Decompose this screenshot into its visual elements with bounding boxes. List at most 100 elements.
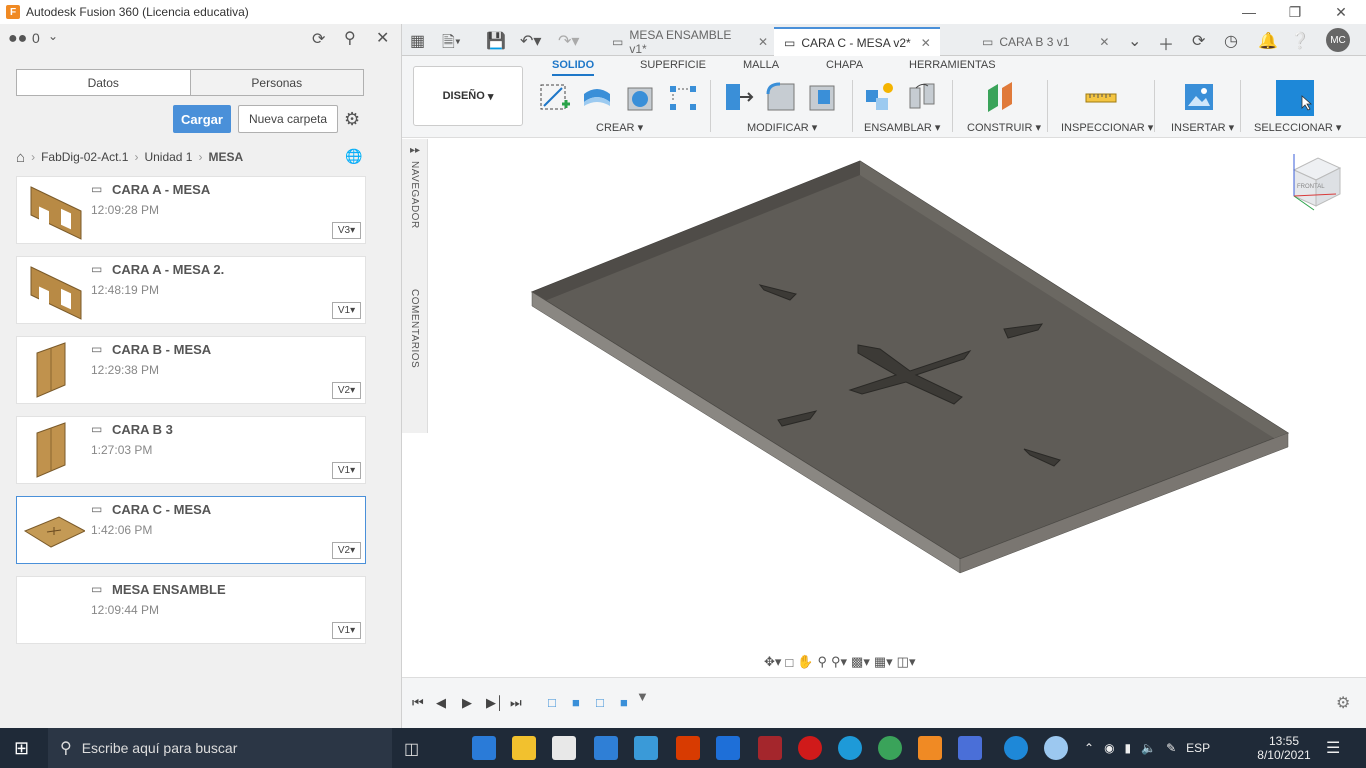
folder-icon[interactable]: [512, 736, 536, 760]
job-status-icon[interactable]: ◷: [1224, 31, 1238, 51]
dropbox-icon[interactable]: [552, 736, 576, 760]
go-to-start-icon[interactable]: ⏮: [412, 695, 424, 711]
modify-menu[interactable]: MODIFICAR ▾: [747, 121, 817, 134]
mail-icon[interactable]: [594, 736, 618, 760]
fit-icon[interactable]: ⚲▾: [831, 654, 847, 670]
opera-icon[interactable]: [798, 736, 822, 760]
list-item[interactable]: ▭ MESA ENSAMBLE 12:09:44 PM V1 ▾: [16, 576, 366, 644]
extrude-icon[interactable]: [580, 80, 614, 114]
pan-icon[interactable]: ✋: [797, 654, 813, 670]
timeline-marker-icon[interactable]: ▼: [636, 689, 649, 704]
help-icon[interactable]: [1004, 736, 1028, 760]
tab-mesa-ensamble[interactable]: ▭ MESA ENSAMBLE v1* ✕: [602, 27, 768, 56]
fusion-launcher-icon[interactable]: [958, 736, 982, 760]
construct-menu[interactable]: CONSTRUIR ▾: [967, 121, 1041, 134]
language-indicator[interactable]: ESP: [1186, 741, 1210, 755]
create-sketch-icon[interactable]: [538, 80, 572, 114]
edge-icon[interactable]: [838, 736, 862, 760]
close-tab-icon[interactable]: ✕: [1099, 35, 1109, 49]
press-pull-icon[interactable]: [722, 80, 756, 114]
orbit-icon[interactable]: ✥▾: [764, 654, 781, 670]
timeline-extrude-icon[interactable]: ■: [620, 695, 628, 710]
tab-datos[interactable]: Datos: [17, 70, 190, 95]
timeline-extrude-icon[interactable]: ■: [572, 695, 580, 710]
close-tab-icon[interactable]: ✕: [758, 35, 768, 49]
step-back-icon[interactable]: ◀: [436, 695, 446, 711]
mesa-plate-model[interactable]: [402, 139, 1366, 677]
revolve-icon[interactable]: [624, 80, 658, 114]
cloud-icon[interactable]: [1044, 736, 1068, 760]
version-dropdown[interactable]: V1 ▾: [332, 622, 361, 639]
select-icon[interactable]: [1276, 80, 1314, 116]
tab-personas[interactable]: Personas: [189, 70, 363, 95]
save-icon[interactable]: 💾: [486, 31, 506, 51]
create-menu[interactable]: CREAR ▾: [596, 121, 643, 134]
gear-icon[interactable]: ⚙: [1336, 693, 1350, 713]
minimize-button[interactable]: —: [1226, 0, 1272, 24]
timeline-sketch-icon[interactable]: □: [548, 695, 556, 710]
inspect-menu[interactable]: INSPECCIONAR ▾: [1061, 121, 1153, 134]
breadcrumb-project[interactable]: FabDig-02-Act.1: [41, 150, 128, 164]
measure-icon[interactable]: [1084, 80, 1118, 114]
browser-toggle[interactable]: NAVEGADOR: [409, 161, 420, 229]
tab-cara-c-mesa[interactable]: ▭ CARA C - MESA v2* ✕: [774, 27, 940, 56]
list-item[interactable]: ▭ CARA B - MESA 12:29:38 PM V2 ▾: [16, 336, 366, 404]
redo-icon[interactable]: ↷▾: [558, 31, 579, 51]
new-folder-button[interactable]: Nueva carpeta: [238, 105, 338, 133]
tab-malla[interactable]: MALLA: [743, 59, 779, 71]
insert-image-icon[interactable]: [1182, 80, 1216, 114]
team-icon[interactable]: ●●: [8, 30, 27, 48]
notification-center-icon[interactable]: ☰: [1326, 738, 1340, 758]
viewports-icon[interactable]: ◫▾: [897, 654, 916, 670]
tab-cara-b-3[interactable]: ▭ CARA B 3 v1 ✕: [972, 27, 1120, 56]
access-icon[interactable]: [758, 736, 782, 760]
volume-icon[interactable]: 🔈: [1141, 741, 1156, 755]
version-dropdown[interactable]: V2 ▾: [332, 542, 361, 559]
autodesk-icon[interactable]: [716, 736, 740, 760]
taskbar-search[interactable]: ⚲ Escribe aquí para buscar: [48, 728, 392, 768]
version-dropdown[interactable]: V3 ▾: [332, 222, 361, 239]
chevron-up-icon[interactable]: ⌃: [1084, 741, 1094, 755]
comments-toggle[interactable]: COMENTARIOS: [409, 289, 420, 368]
search-icon[interactable]: ⚲: [344, 28, 356, 48]
upload-button[interactable]: Cargar: [173, 105, 231, 133]
version-dropdown[interactable]: V1 ▾: [332, 302, 361, 319]
model-canvas[interactable]: [402, 139, 1366, 677]
globe-icon[interactable]: 🌐: [345, 148, 362, 165]
zoom-icon[interactable]: ⚲: [817, 654, 827, 670]
breadcrumb-folder[interactable]: Unidad 1: [144, 150, 192, 164]
extensions-icon[interactable]: ⟳: [1192, 31, 1205, 51]
viewcube[interactable]: FRONTAL: [1286, 152, 1346, 218]
select-menu[interactable]: SELECCIONAR ▾: [1254, 121, 1341, 134]
close-window-button[interactable]: ✕: [1318, 0, 1364, 24]
assemble-menu[interactable]: ENSAMBLAR ▾: [864, 121, 940, 134]
tab-solido[interactable]: SOLIDO: [552, 59, 595, 76]
insert-menu[interactable]: INSERTAR ▾: [1171, 121, 1234, 134]
list-item[interactable]: ▭ CARA B 3 1:27:03 PM V1 ▾: [16, 416, 366, 484]
notifications-icon[interactable]: 🔔: [1258, 31, 1278, 51]
chrome-icon[interactable]: [878, 736, 902, 760]
fillet-icon[interactable]: [764, 80, 798, 114]
list-item[interactable]: ▭ CARA A - MESA 2. 12:48:19 PM V1 ▾: [16, 256, 366, 324]
tab-overflow-icon[interactable]: ⌄: [1128, 31, 1141, 51]
windows-start-icon[interactable]: ⊞: [14, 738, 29, 759]
store-icon[interactable]: [634, 736, 658, 760]
pen-icon[interactable]: ✎: [1166, 741, 1176, 755]
battery-icon[interactable]: ▮: [1125, 741, 1132, 755]
shell-icon[interactable]: [806, 80, 840, 114]
office-icon[interactable]: [676, 736, 700, 760]
restore-button[interactable]: ❐: [1272, 0, 1318, 24]
close-icon[interactable]: ✕: [376, 28, 389, 48]
refresh-icon[interactable]: ⟳: [312, 29, 325, 49]
offset-plane-icon[interactable]: [984, 80, 1018, 114]
workspace-switcher[interactable]: DISEÑO ▾: [413, 66, 523, 126]
timeline-sketch-icon[interactable]: □: [596, 695, 604, 710]
look-at-icon[interactable]: □: [785, 655, 793, 670]
clock[interactable]: 13:55 8/10/2021: [1252, 728, 1316, 768]
play-icon[interactable]: ▶: [462, 695, 472, 711]
list-item[interactable]: ▭ CARA A - MESA 12:09:28 PM V3 ▾: [16, 176, 366, 244]
grid-icon[interactable]: ▦▾: [874, 654, 893, 670]
undo-icon[interactable]: ↶▾: [520, 31, 541, 51]
joint-icon[interactable]: [906, 80, 940, 114]
go-to-end-icon[interactable]: ⏭: [510, 695, 522, 711]
